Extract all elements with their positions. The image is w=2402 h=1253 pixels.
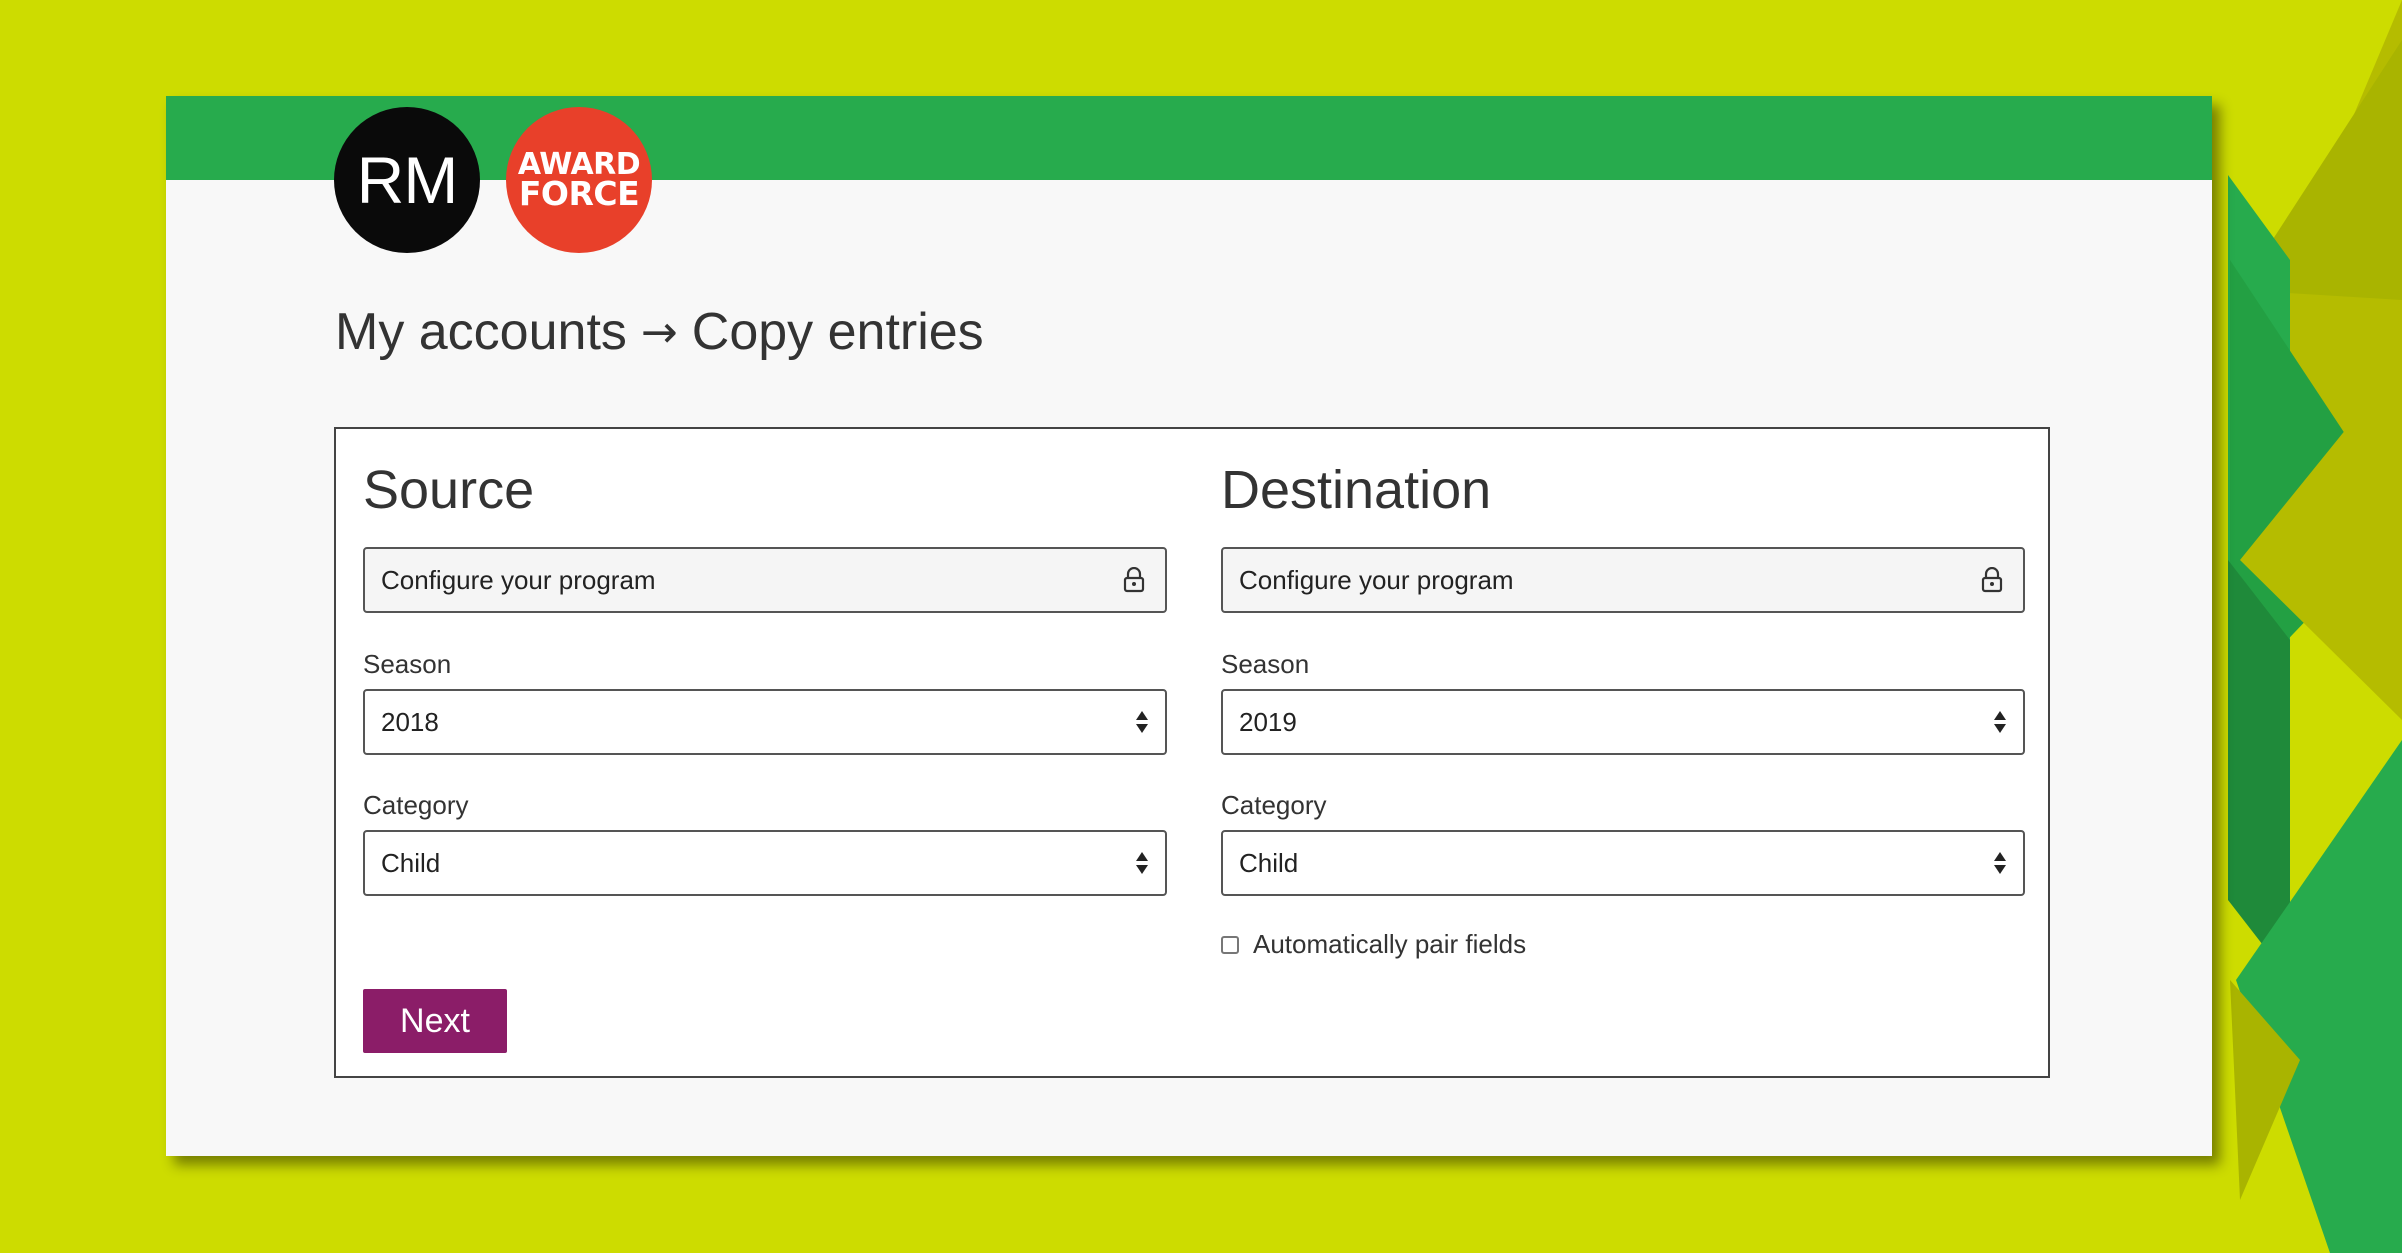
auto-pair-checkbox[interactable]: [1221, 935, 1239, 954]
source-season-select[interactable]: 2018: [363, 689, 1167, 755]
source-season-value: 2018: [381, 706, 439, 737]
avatar-initials: RM: [356, 143, 459, 217]
source-category-select[interactable]: Child: [363, 830, 1167, 896]
breadcrumb-parent[interactable]: My accounts: [335, 302, 627, 362]
page-title: My accounts → Copy entries: [335, 302, 984, 362]
next-button[interactable]: Next: [363, 989, 507, 1053]
logo-text-line2: FORCE: [518, 173, 640, 213]
destination-category-label: Category: [1221, 790, 1327, 820]
source-heading: Source: [363, 460, 535, 520]
select-arrows-icon: [1994, 711, 2006, 733]
destination-heading: Destination: [1221, 460, 1492, 520]
breadcrumb-current: Copy entries: [691, 303, 984, 361]
destination-season-select[interactable]: 2019: [1221, 689, 2025, 755]
arrow-right-icon: →: [640, 306, 678, 358]
lock-icon: [1123, 567, 1145, 593]
source-program-value: Configure your program: [381, 564, 656, 595]
destination-category-value: Child: [1239, 847, 1299, 878]
destination-season-value: 2019: [1239, 706, 1297, 737]
source-season-label: Season: [363, 649, 452, 679]
auto-pair-fields-option[interactable]: Automatically pair fields: [1221, 929, 1526, 960]
destination-category-select[interactable]: Child: [1221, 830, 2025, 896]
app-window: RM AWARD FORCE My accounts → Copy entrie…: [166, 96, 2212, 1156]
destination-season-label: Season: [1221, 649, 1310, 679]
source-category-label: Category: [363, 790, 469, 820]
destination-program-value: Configure your program: [1239, 564, 1514, 595]
select-arrows-icon: [1136, 711, 1148, 733]
user-avatar[interactable]: RM: [334, 107, 480, 253]
copy-entries-panel: Source Configure your program Season 201…: [334, 427, 2050, 1078]
destination-program-field: Configure your program: [1221, 547, 2025, 613]
source-program-field: Configure your program: [363, 547, 1167, 613]
award-force-logo[interactable]: AWARD FORCE: [506, 107, 652, 253]
select-arrows-icon: [1136, 852, 1148, 874]
source-category-value: Child: [381, 847, 441, 878]
select-arrows-icon: [1994, 852, 2006, 874]
lock-icon: [1981, 567, 2003, 593]
auto-pair-label[interactable]: Automatically pair fields: [1253, 929, 1526, 960]
